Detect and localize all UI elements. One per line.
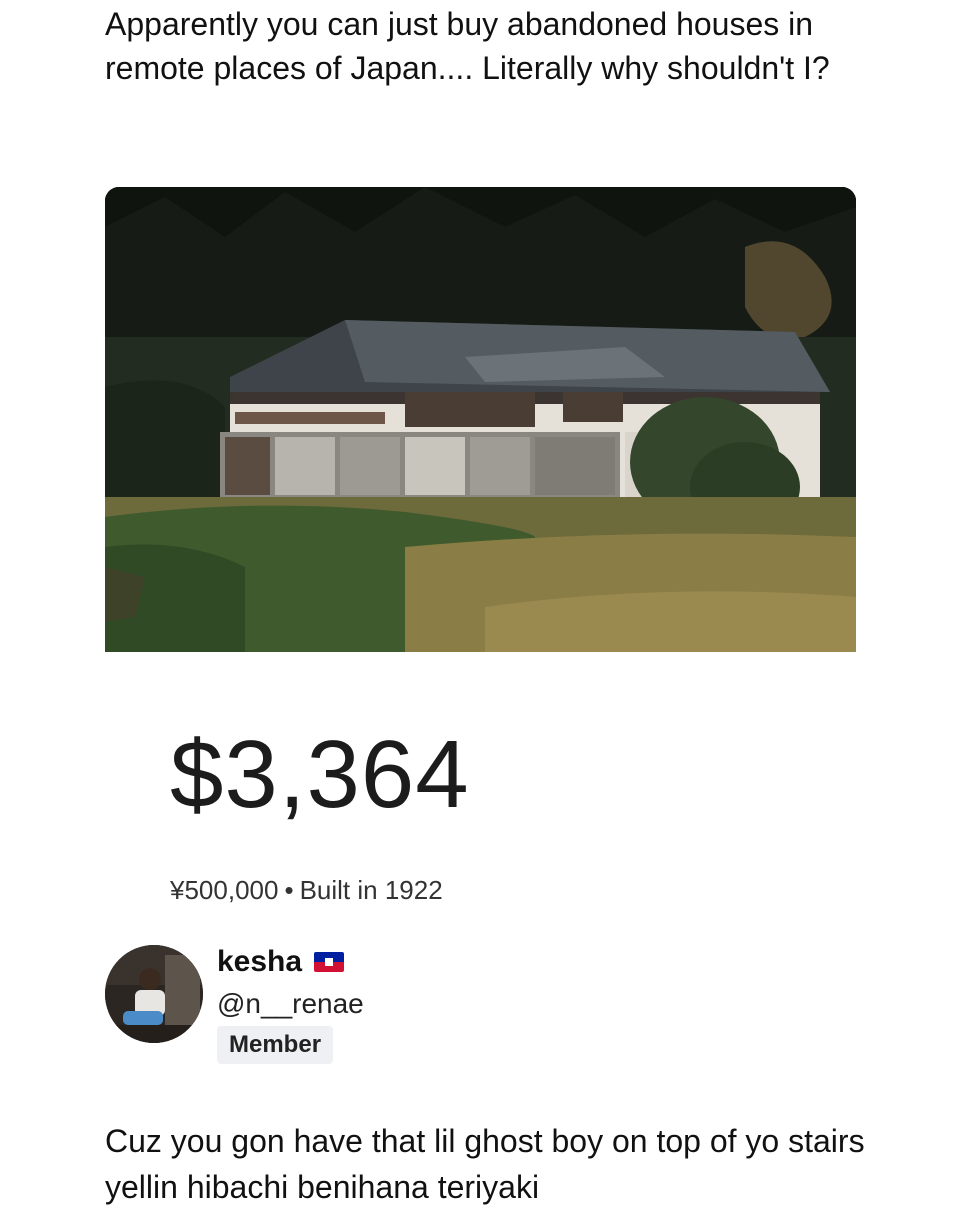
avatar[interactable] (105, 945, 203, 1043)
price-usd: $3,364 (170, 721, 470, 828)
display-name-text: kesha (217, 945, 303, 978)
built-year: Built in 1922 (299, 875, 443, 905)
avatar-photo (105, 945, 203, 1043)
reply-text: Cuz you gon have that lil ghost boy on t… (105, 1123, 865, 1205)
post-caption: Apparently you can just buy abandoned ho… (105, 6, 830, 86)
member-badge: Member (217, 1026, 334, 1064)
listing-meta: ¥500,000 • Built in 1922 (170, 870, 443, 910)
haiti-flag-icon (314, 952, 345, 972)
abandoned-house-image (105, 187, 856, 652)
meta-separator: • (284, 875, 294, 905)
house-photo[interactable] (105, 187, 856, 652)
display-name[interactable]: kesha (217, 942, 345, 982)
price-yen: ¥500,000 (170, 875, 279, 905)
user-handle[interactable]: @n__renae (217, 985, 364, 1023)
